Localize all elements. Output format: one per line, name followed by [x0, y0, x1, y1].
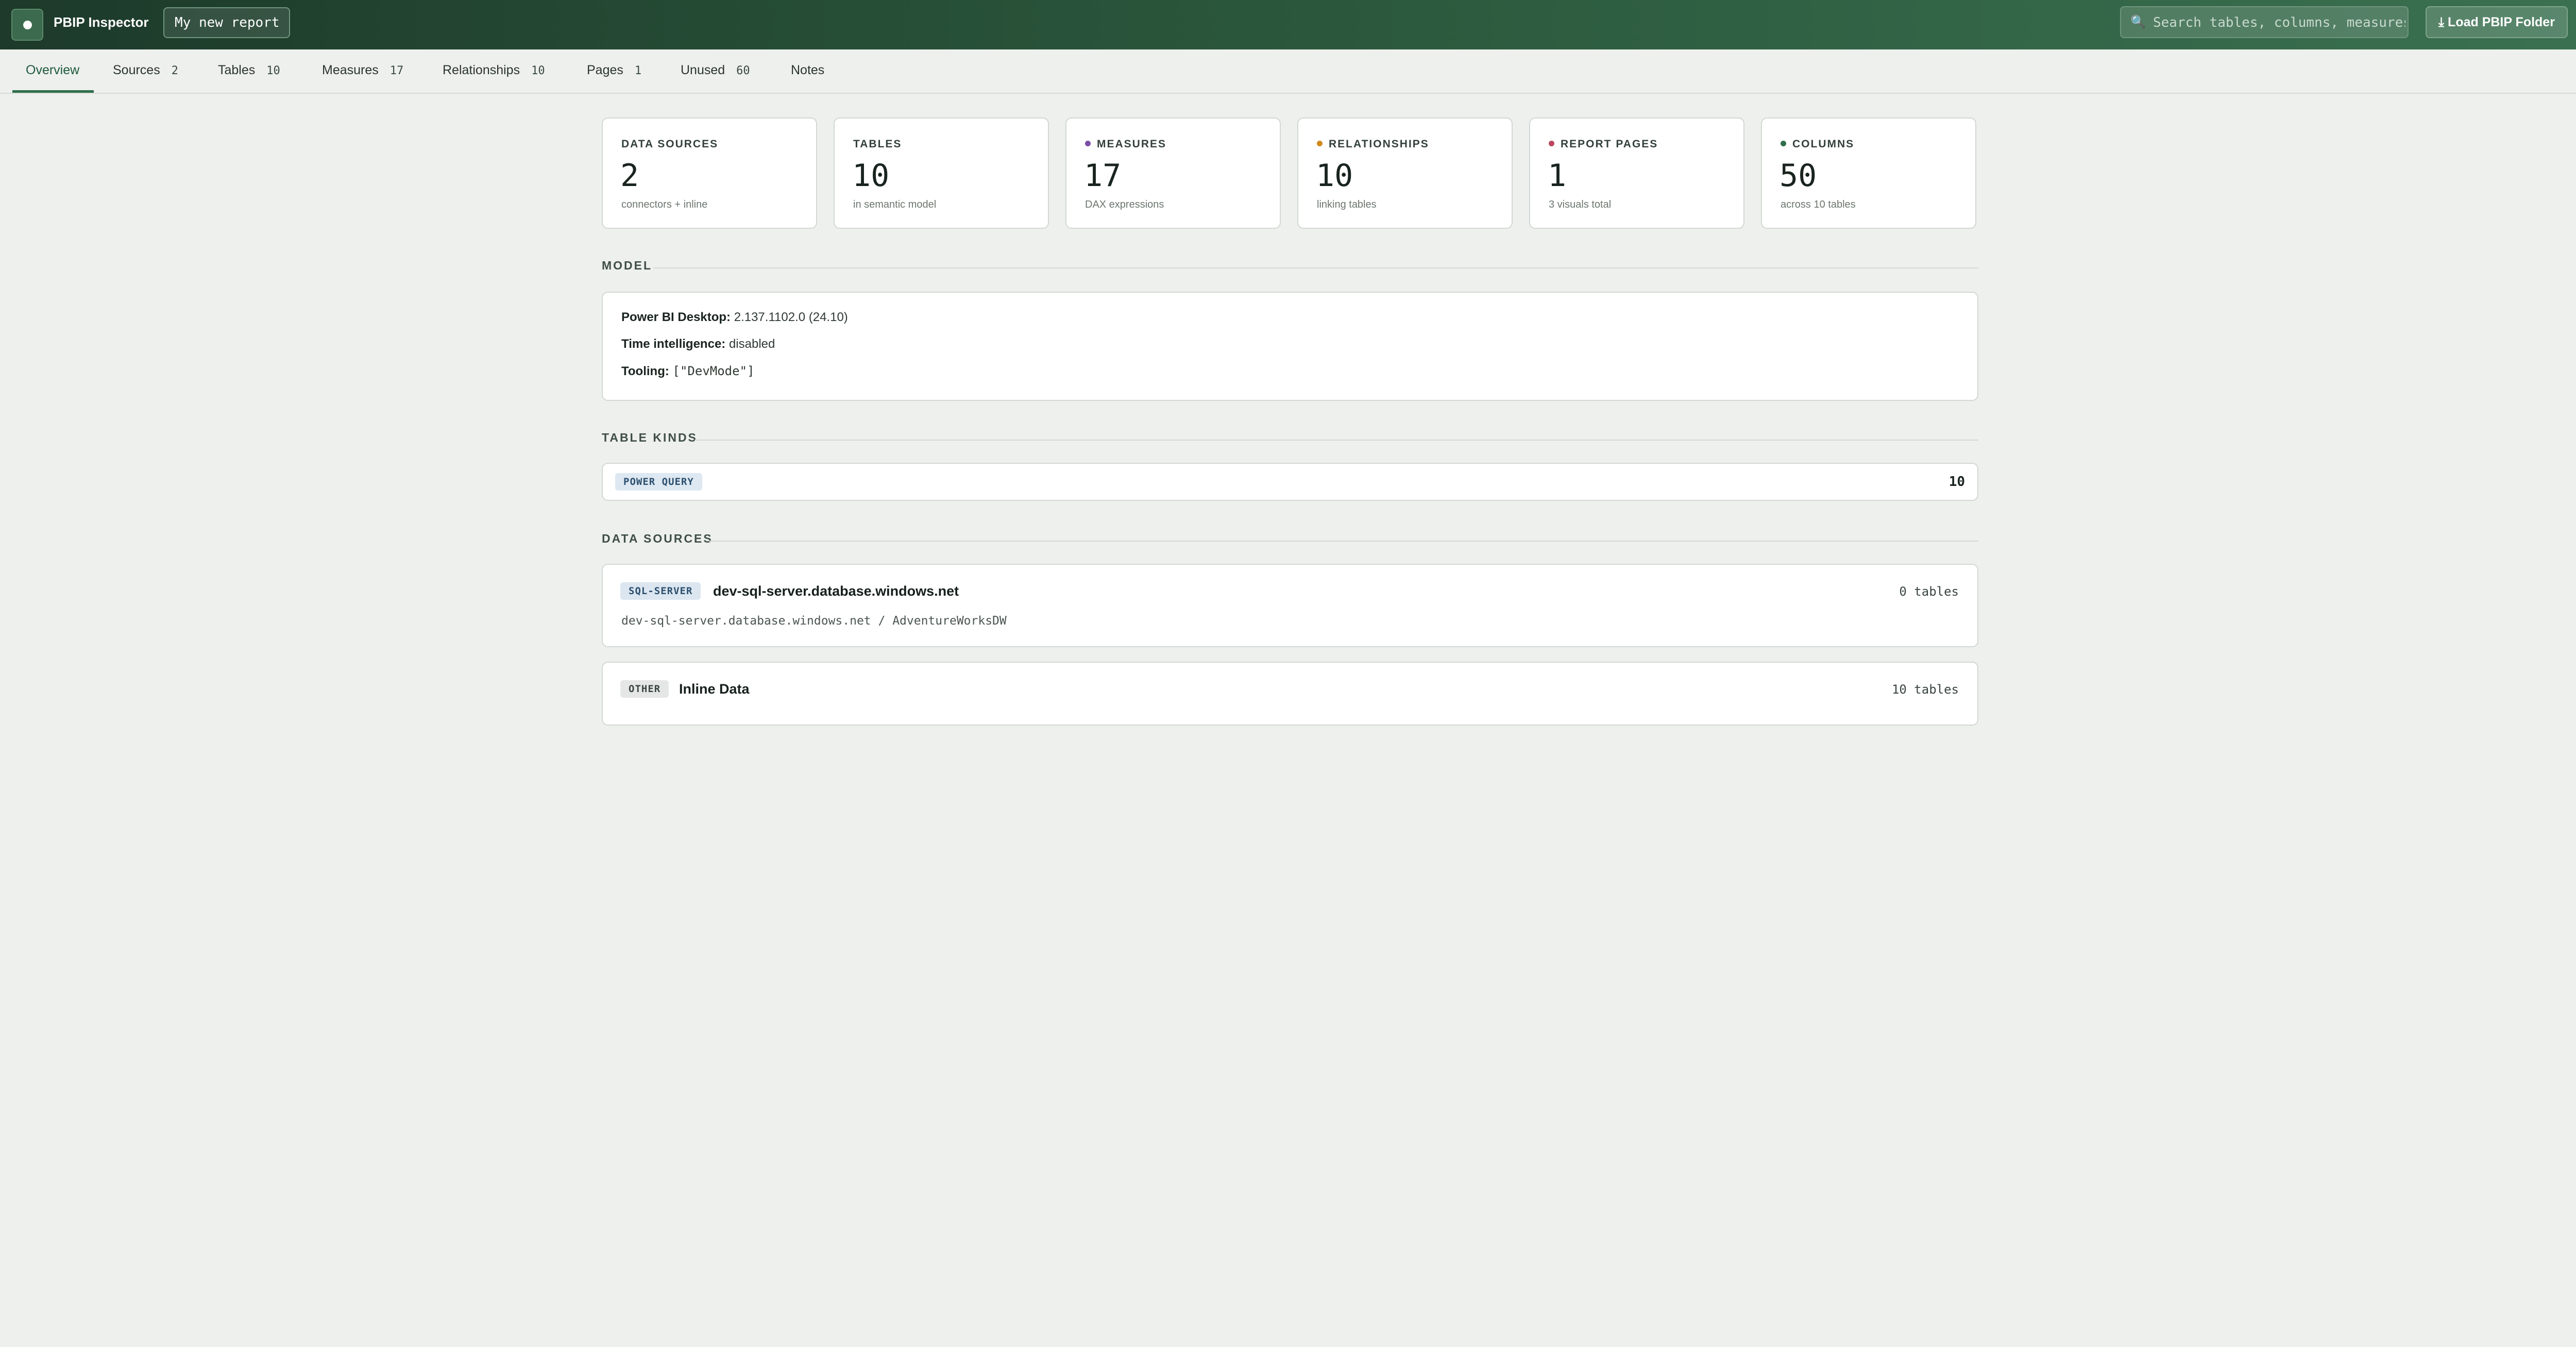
stat-card-data-sources: DATA SOURCES 2 connectors + inline: [602, 117, 817, 229]
model-tooling: Tooling: ["DevMode"]: [621, 364, 755, 378]
top-bar: PBIP Inspector My new report 🔍 ⤓ Load PB…: [0, 0, 2576, 50]
stat-subtitle: connectors + inline: [621, 199, 708, 210]
table-kind-badge: POWER QUERY: [615, 473, 702, 491]
tab-label: Relationships: [443, 63, 520, 77]
source-table-count: 10 tables: [1891, 682, 1959, 697]
model-panel: Power BI Desktop: 2.137.1102.0 (24.10) T…: [602, 292, 1978, 401]
tab-label: Notes: [791, 63, 825, 77]
load-pbip-folder-button[interactable]: ⤓ Load PBIP Folder: [2426, 6, 2568, 38]
app-title: PBIP Inspector: [54, 14, 149, 30]
search-icon: 🔍: [2130, 15, 2146, 29]
tab-label: Overview: [26, 63, 80, 77]
tab-count: 1: [634, 64, 642, 77]
stat-subtitle: across 10 tables: [1781, 199, 1856, 210]
relationships-dot-icon: [1317, 140, 1323, 146]
logo-dot-icon: [23, 21, 32, 29]
tab-label: Unused: [681, 63, 725, 77]
measures-dot-icon: [1085, 140, 1091, 146]
source-type-badge: OTHER: [620, 680, 669, 698]
section-header-table-kinds: TABLE KINDS: [602, 431, 1978, 449]
tab-pages[interactable]: Pages 1: [587, 49, 641, 93]
tab-label: Sources: [113, 63, 160, 77]
tab-count: 2: [171, 64, 178, 77]
tab-measures[interactable]: Measures 17: [322, 49, 403, 93]
report-name-badge[interactable]: My new report: [163, 7, 290, 38]
search-box[interactable]: 🔍: [2120, 6, 2409, 38]
data-source-card[interactable]: OTHER Inline Data 10 tables: [602, 662, 1978, 726]
tab-sources[interactable]: Sources 2: [113, 49, 178, 93]
tab-relationships[interactable]: Relationships 10: [443, 49, 545, 93]
source-name: dev-sql-server.database.windows.net: [713, 583, 959, 599]
section-header-data-sources: DATA SOURCES: [602, 532, 1978, 550]
tab-bar: Overview Sources 2 Tables 10 Measures 17 Re…: [0, 49, 2576, 94]
stat-card-relationships: RELATIONSHIPS 10 linking tables: [1297, 117, 1513, 229]
table-kind-row: POWER QUERY 10: [602, 463, 1978, 501]
stat-subtitle: 3 visuals total: [1549, 199, 1612, 210]
source-type-badge: SQL-SERVER: [620, 582, 701, 600]
stat-value: 10: [1316, 158, 1353, 194]
section-header-model: MODEL: [602, 259, 1978, 277]
stat-label: REPORT PAGES: [1549, 138, 1658, 150]
tab-count: 10: [531, 64, 545, 77]
source-connection-detail: dev-sql-server.database.windows.net / Ad…: [621, 614, 1007, 628]
tab-label: Tables: [218, 63, 256, 77]
stat-label: MEASURES: [1085, 138, 1166, 150]
stat-value: 1: [1548, 158, 1567, 194]
stat-label: COLUMNS: [1781, 138, 1854, 150]
stat-subtitle: DAX expressions: [1085, 199, 1164, 210]
report-pages-dot-icon: [1549, 140, 1554, 146]
stat-label: RELATIONSHIPS: [1317, 138, 1429, 150]
tab-notes[interactable]: Notes: [791, 49, 824, 93]
model-desktop-version: Power BI Desktop: 2.137.1102.0 (24.10): [621, 310, 848, 324]
stat-label: TABLES: [853, 138, 902, 150]
tab-overview[interactable]: Overview: [12, 49, 94, 93]
model-time-intelligence: Time intelligence: disabled: [621, 337, 775, 351]
stat-label: DATA SOURCES: [621, 138, 719, 150]
columns-dot-icon: [1781, 140, 1786, 146]
search-input[interactable]: [2152, 11, 2406, 34]
tab-label: Pages: [587, 63, 623, 77]
tab-label: Measures: [322, 63, 379, 77]
stat-card-columns: COLUMNS 50 across 10 tables: [1761, 117, 1976, 229]
tab-tables[interactable]: Tables 10: [218, 49, 280, 93]
stat-value: 17: [1084, 158, 1122, 194]
app-logo: [11, 9, 43, 41]
data-source-card[interactable]: SQL-SERVER dev-sql-server.database.windo…: [602, 564, 1978, 647]
tab-count: 10: [266, 64, 280, 77]
stat-value: 10: [852, 158, 890, 194]
section-divider: [653, 267, 1978, 268]
section-divider: [709, 541, 1978, 542]
tab-count: 17: [389, 64, 404, 77]
stat-value: 50: [1780, 158, 1817, 194]
source-table-count: 0 tables: [1899, 584, 1959, 599]
stat-card-measures: MEASURES 17 DAX expressions: [1065, 117, 1281, 229]
section-divider: [694, 440, 1978, 441]
stat-subtitle: linking tables: [1317, 199, 1377, 210]
stat-value: 2: [620, 158, 639, 194]
tab-unused[interactable]: Unused 60: [681, 49, 750, 93]
stat-card-report-pages: REPORT PAGES 1 3 visuals total: [1529, 117, 1744, 229]
stat-card-tables: TABLES 10 in semantic model: [834, 117, 1049, 229]
tab-count: 60: [736, 64, 750, 77]
table-kind-count: 10: [1948, 474, 1965, 490]
stat-subtitle: in semantic model: [853, 199, 937, 210]
source-name: Inline Data: [679, 681, 750, 697]
